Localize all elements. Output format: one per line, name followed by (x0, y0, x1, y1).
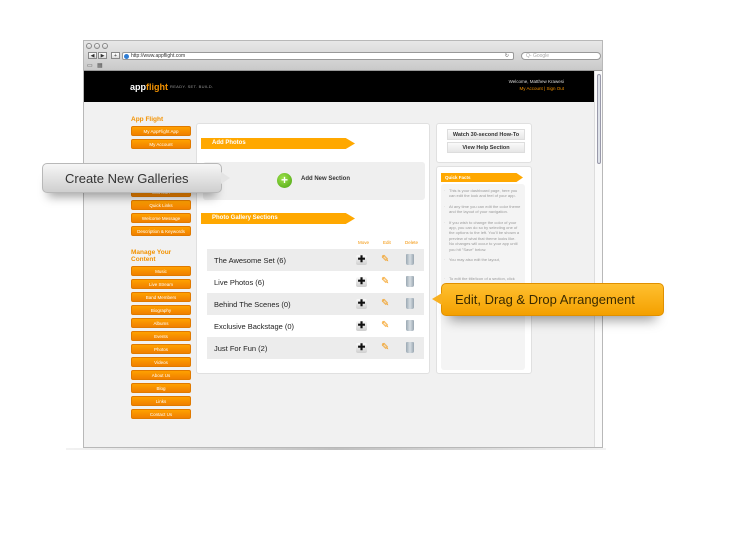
sidebar-item-description-keywords[interactable]: Description & Keywords (131, 226, 191, 236)
gallery-title[interactable]: Just For Fun (2) (214, 344, 267, 353)
minimize-window-button[interactable] (94, 43, 100, 49)
gallery-row[interactable]: Exclusive Backstage (0) ✚ ✎ (207, 315, 424, 337)
quick-facts-list: This is your dashboard page, here you ca… (441, 184, 525, 370)
url-text: http://www.appflight.com (131, 53, 186, 59)
quick-facts-panel: Quick Facts This is your dashboard page,… (436, 166, 532, 374)
edit-icon[interactable]: ✎ (381, 298, 392, 309)
globe-icon (124, 54, 129, 59)
gallery-title[interactable]: Exclusive Backstage (0) (214, 322, 294, 331)
site-header: appflight READY. SET. BUILD. Welcome, Ma… (84, 71, 594, 102)
gallery-row[interactable]: The Awesome Set (6) ✚ ✎ (207, 249, 424, 271)
move-icon[interactable]: ✚ (356, 299, 367, 309)
account-links[interactable]: My Account | Sign Out (520, 86, 564, 91)
edit-icon[interactable]: ✎ (381, 320, 392, 331)
bookmarks-icon[interactable]: ▭ (87, 62, 93, 69)
add-bookmark-button[interactable]: + (111, 52, 120, 59)
add-new-section-button[interactable]: + Add New Section (203, 162, 425, 200)
sidebar-item-contact-us[interactable]: Contact Us (131, 409, 191, 419)
gallery-title[interactable]: Live Photos (6) (214, 278, 264, 287)
zoom-window-button[interactable] (102, 43, 108, 49)
edit-icon[interactable]: ✎ (381, 254, 392, 265)
add-photos-heading: Add Photos (201, 138, 355, 149)
plus-circle-icon: + (277, 173, 292, 188)
gallery-row[interactable]: Behind The Scenes (0) ✚ ✎ (207, 293, 424, 315)
sidebar-item-links[interactable]: Links (131, 396, 191, 406)
move-icon[interactable]: ✚ (356, 277, 367, 287)
help-buttons-panel: Watch 30-second How-To View Help Section (436, 123, 532, 163)
reload-icon[interactable]: ↻ (505, 53, 509, 60)
sidebar-item-blog[interactable]: Blog (131, 383, 191, 393)
scrollbar[interactable] (594, 71, 602, 447)
sidebar-heading-app-flight: App Flight (131, 116, 164, 123)
sidebar-item-music[interactable]: Music (131, 266, 191, 276)
scrollbar-thumb[interactable] (597, 74, 601, 164)
logo-app: app (130, 82, 147, 92)
add-new-section-label: Add New Section (301, 176, 351, 182)
fact-item: You may also edit the layout, (444, 257, 521, 263)
sidebar-item-my-appflight-app[interactable]: My AppFlight App (131, 126, 191, 136)
trash-icon[interactable] (406, 298, 414, 309)
close-window-button[interactable] (86, 43, 92, 49)
trash-icon[interactable] (406, 320, 414, 331)
photo-gallery-sections-heading: Photo Gallery Sections (201, 213, 355, 224)
column-header-move: Move (358, 240, 370, 245)
gallery-row[interactable]: Live Photos (6) ✚ ✎ (207, 271, 424, 293)
arrange-callout: Edit, Drag & Drop Arrangement (432, 283, 664, 316)
trash-icon[interactable] (406, 254, 414, 265)
column-header-delete: Delete (405, 240, 419, 245)
main-panel: Add Photos + Add New Section Photo Galle… (196, 123, 430, 374)
gallery-title[interactable]: The Awesome Set (6) (214, 256, 286, 265)
quick-facts-heading: Quick Facts (441, 173, 523, 182)
logo-flight: flight (146, 82, 169, 92)
create-galleries-callout-text: Create New Galleries (65, 171, 189, 186)
top-sites-icon[interactable]: ▦ (97, 62, 103, 69)
forward-button[interactable]: ▶ (98, 52, 107, 59)
view-help-button[interactable]: View Help Section (447, 142, 525, 153)
fact-item: If you wish to change the color of your … (444, 220, 521, 252)
window-shadow (66, 448, 606, 450)
browser-window: ◀ ▶ + http://www.appflight.com ↻ Q- Goog… (83, 40, 603, 448)
move-icon[interactable]: ✚ (356, 255, 367, 265)
gallery-title[interactable]: Behind The Scenes (0) (214, 300, 291, 309)
stage: ◀ ▶ + http://www.appflight.com ↻ Q- Goog… (0, 0, 732, 540)
sidebar-item-live-stream[interactable]: Live Stream (131, 279, 191, 289)
edit-icon[interactable]: ✎ (381, 342, 392, 353)
sidebar-item-band-members[interactable]: Band Members (131, 292, 191, 302)
arrange-callout-text: Edit, Drag & Drop Arrangement (455, 292, 635, 307)
column-header-edit: Edit (383, 240, 391, 245)
sidebar-item-welcome-message[interactable]: Welcome Message (131, 213, 191, 223)
sidebar-item-quick-links[interactable]: Quick Links (131, 200, 191, 210)
sidebar-item-events[interactable]: Events (131, 331, 191, 341)
sidebar-item-biography[interactable]: Biography (131, 305, 191, 315)
trash-icon[interactable] (406, 276, 414, 287)
fact-item: This is your dashboard page, here you ca… (444, 188, 521, 199)
window-controls (86, 43, 108, 49)
browser-toolbar: ◀ ▶ + http://www.appflight.com ↻ Q- Goog… (84, 41, 602, 71)
logo[interactable]: appflight (130, 82, 168, 92)
edit-icon[interactable]: ✎ (381, 276, 392, 287)
sidebar-item-albums[interactable]: Albums (131, 318, 191, 328)
tagline: READY. SET. BUILD. (170, 84, 214, 89)
gallery-row[interactable]: Just For Fun (2) ✚ ✎ (207, 337, 424, 359)
fact-item: At any time you can edit the color theme… (444, 204, 521, 215)
sidebar-heading-manage-content: Manage Your Content (131, 249, 172, 263)
watch-how-to-button[interactable]: Watch 30-second How-To (447, 129, 525, 140)
create-galleries-callout: Create New Galleries (42, 163, 230, 193)
trash-icon[interactable] (406, 342, 414, 353)
sidebar-item-about-us[interactable]: About Us (131, 370, 191, 380)
welcome-text: Welcome, Matthew Krawesi (508, 79, 564, 84)
sidebar-item-videos[interactable]: Videos (131, 357, 191, 367)
search-input[interactable]: Q- Google (521, 52, 601, 60)
move-icon[interactable]: ✚ (356, 321, 367, 331)
sidebar-item-photos[interactable]: Photos (131, 344, 191, 354)
sidebar-item-my-account[interactable]: My Account (131, 139, 191, 149)
address-bar[interactable]: http://www.appflight.com ↻ (122, 52, 514, 60)
move-icon[interactable]: ✚ (356, 343, 367, 353)
sidebar: App Flight My AppFlight App My Account E… (131, 116, 191, 422)
back-button[interactable]: ◀ (88, 52, 97, 59)
